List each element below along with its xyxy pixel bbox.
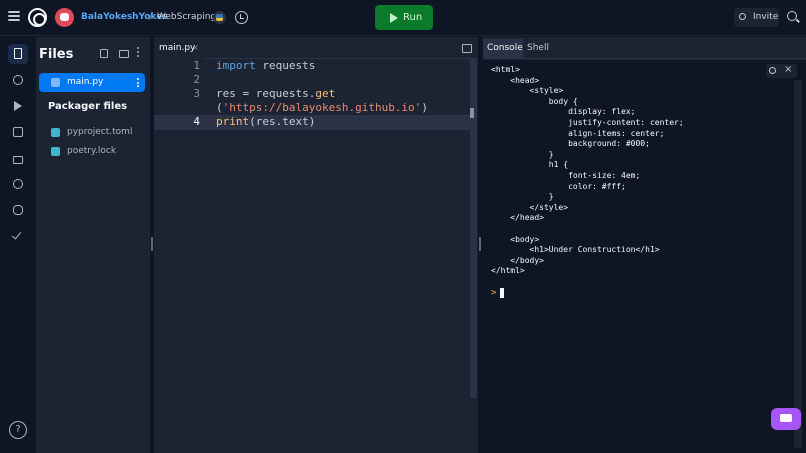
history-icon[interactable] — [235, 11, 248, 24]
git-icon[interactable] — [8, 70, 28, 90]
files-panel — [36, 37, 150, 453]
code-token: 'https://balayokesh.github.io' — [222, 101, 422, 114]
file-name: pyproject.toml — [67, 127, 133, 137]
new-folder-icon[interactable] — [119, 50, 129, 58]
code-token: import — [216, 59, 256, 72]
console-output-line: <body> — [491, 234, 540, 244]
tab-label: Console — [487, 43, 523, 53]
debugger-icon[interactable] — [8, 96, 28, 116]
console-output-line: } — [491, 192, 554, 202]
tab-shell[interactable]: Shell — [523, 39, 555, 59]
console-scrollbar[interactable] — [794, 80, 802, 448]
code-token: ( — [216, 101, 223, 114]
console-output-line: <style> — [491, 86, 564, 96]
repl-name[interactable]: WebScraping — [157, 12, 216, 22]
database-icon[interactable] — [8, 200, 28, 220]
console-cursor[interactable] — [500, 288, 504, 298]
code-token: get — [315, 87, 336, 100]
packages-icon[interactable] — [8, 122, 28, 142]
code-token: print — [216, 115, 250, 128]
console-toolbar: × — [766, 64, 797, 78]
packager-files-title: Packager files — [48, 101, 128, 112]
python-icon — [213, 11, 226, 24]
console-output-line: color: #fff; — [491, 181, 626, 191]
run-button[interactable]: Run — [375, 5, 433, 30]
help-icon[interactable]: ? — [9, 421, 27, 439]
tab-label: main.py — [159, 43, 196, 53]
search-icon[interactable] — [769, 67, 776, 74]
settings-icon[interactable] — [8, 174, 28, 194]
chat-icon[interactable] — [771, 408, 801, 430]
run-label: Run — [403, 12, 423, 23]
files-title: Files — [39, 47, 74, 62]
config-file-icon — [51, 147, 60, 156]
code-line: 1 import requests — [154, 59, 470, 74]
console-output-line: align-items: center; — [491, 128, 665, 138]
code-line-wrap: ('https://balayokesh.github.io') — [154, 101, 470, 116]
console-output-line: body { — [491, 96, 578, 106]
code-token: (res.text) — [249, 115, 316, 128]
resize-handle[interactable] — [479, 237, 481, 251]
line-number: 3 — [193, 87, 200, 100]
search-icon[interactable] — [787, 11, 797, 21]
code-token: requests — [255, 59, 316, 72]
breadcrumb-separator: / — [149, 11, 153, 22]
console-output-line: <html> — [491, 65, 520, 74]
code-line: 3 res = requests.get — [154, 87, 470, 102]
console-output-line: </style> — [491, 202, 569, 212]
editor-scroll-thumb[interactable] — [470, 108, 474, 118]
play-icon — [390, 13, 398, 23]
line-number: 4 — [193, 115, 200, 128]
line-number: 1 — [193, 59, 200, 72]
console-output-line: background: #000; — [491, 139, 650, 149]
console-output-line: <head> — [491, 75, 540, 85]
console-output-line: <h1>Under Construction</h1> — [491, 245, 660, 255]
code-token: ) — [421, 101, 428, 114]
avatar[interactable] — [55, 8, 74, 27]
code-line-current: 4 print(res.text) — [154, 115, 470, 130]
editor-menu-icon[interactable] — [462, 44, 472, 53]
tab-label: Shell — [527, 43, 549, 53]
file-menu-icon[interactable] — [137, 78, 139, 89]
console-output-line: } — [491, 149, 554, 159]
console-output-line: display: flex; — [491, 107, 636, 117]
tab-main-py[interactable]: main.py × — [154, 39, 203, 59]
code-line: 2 — [154, 73, 470, 88]
console-output-line: </body> — [491, 255, 544, 265]
file-item-poetry-lock[interactable]: poetry.lock — [51, 146, 141, 158]
file-item-pyproject[interactable]: pyproject.toml — [51, 127, 141, 139]
python-file-icon — [51, 78, 60, 87]
new-file-icon[interactable] — [100, 49, 108, 58]
menu-icon[interactable] — [8, 11, 20, 21]
console-output-line: </head> — [491, 213, 544, 223]
owner-link[interactable]: BalaYokeshYokes — [81, 12, 168, 22]
invite-icon — [739, 13, 746, 20]
tests-icon[interactable] — [8, 226, 28, 246]
line-number: 2 — [193, 73, 200, 86]
file-name: poetry.lock — [67, 146, 117, 156]
console-output-line: </html> — [491, 266, 525, 276]
file-name: main.py — [67, 77, 104, 87]
tab-console[interactable]: Console — [483, 39, 523, 59]
invite-label: Invite — [753, 12, 779, 22]
close-icon[interactable]: × — [784, 64, 792, 75]
close-icon[interactable]: × — [192, 43, 199, 52]
files-icon[interactable] — [8, 44, 28, 64]
file-item-main-py[interactable]: main.py — [39, 73, 145, 92]
config-file-icon — [51, 128, 60, 137]
console-prompt: > — [491, 288, 497, 298]
replit-logo-icon[interactable] — [28, 8, 47, 27]
secrets-icon[interactable] — [8, 148, 28, 168]
console-output-line: justify-content: center; — [491, 118, 684, 127]
console-output-line: font-size: 4em; — [491, 171, 641, 180]
resize-handle[interactable] — [151, 237, 153, 251]
code-token: res = requests. — [216, 87, 316, 100]
console-output-line: h1 { — [491, 160, 569, 170]
more-options-icon[interactable] — [137, 47, 140, 59]
invite-button[interactable]: Invite — [734, 8, 779, 27]
